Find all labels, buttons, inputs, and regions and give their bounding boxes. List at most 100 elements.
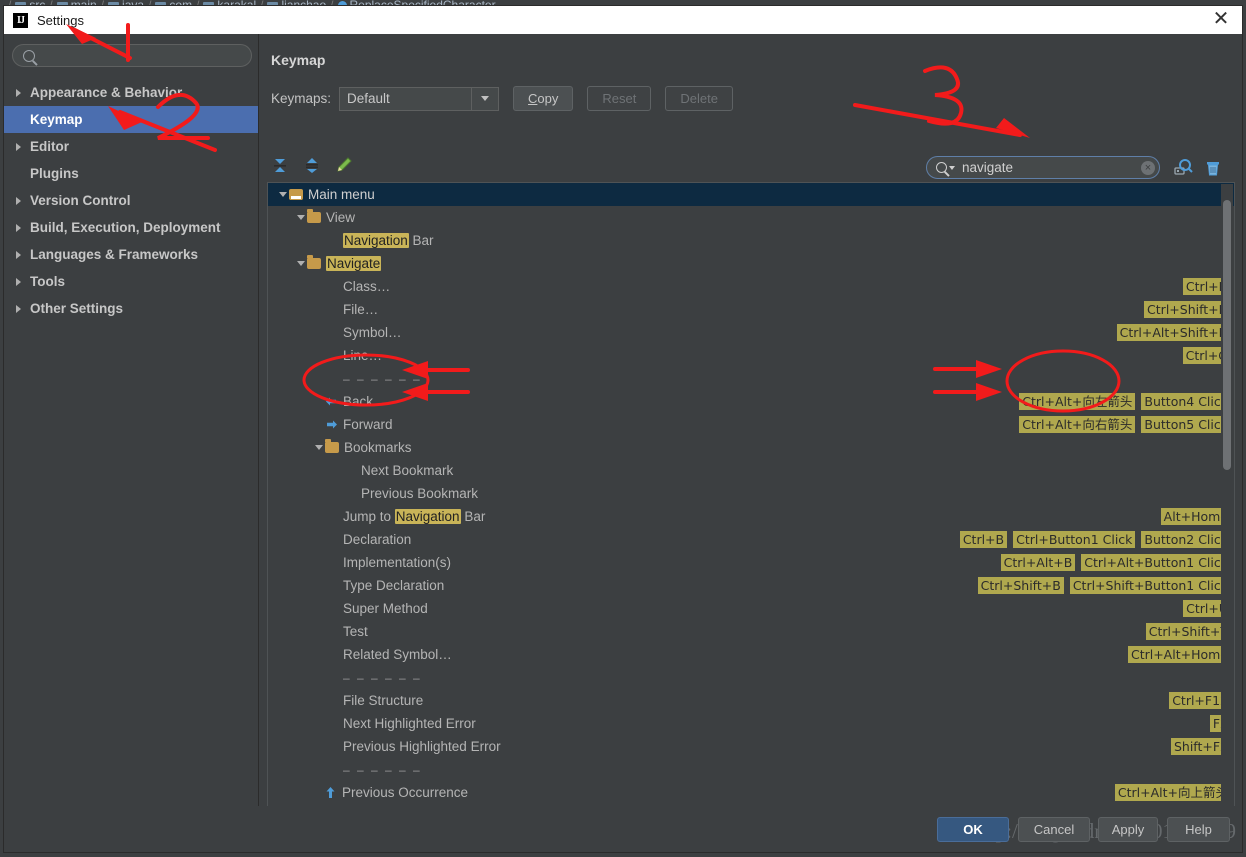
- help-button[interactable]: Help: [1167, 817, 1230, 842]
- sidebar-item-languages-frameworks[interactable]: Languages & Frameworks: [4, 241, 258, 268]
- tree-row[interactable]: Navigate: [268, 252, 1234, 275]
- shortcut-list: Ctrl+Shift+B Ctrl+Shift+Button1 Click: [977, 574, 1231, 597]
- chevron-right-icon[interactable]: [12, 277, 24, 286]
- keymap-select[interactable]: Default: [339, 86, 500, 111]
- shortcut-badge[interactable]: Ctrl+Alt+Button1 Click: [1081, 554, 1231, 571]
- shortcut-badge[interactable]: Ctrl+Alt+向上箭头: [1114, 784, 1231, 801]
- shortcut-badge[interactable]: Ctrl+Shift+Button1 Click: [1069, 577, 1231, 594]
- tree-row[interactable]: Next Bookmark: [268, 459, 1234, 482]
- tree-row[interactable]: File Structure Ctrl+F12: [268, 689, 1234, 712]
- chevron-right-icon[interactable]: [12, 196, 24, 205]
- sidebar-item-tools[interactable]: Tools: [4, 268, 258, 295]
- keymap-tree[interactable]: Main menu View Navigation Bar Navigate Class…: [267, 182, 1235, 836]
- tree-row[interactable]: Declaration Ctrl+B Ctrl+Button1 Click Butto…: [268, 528, 1234, 551]
- chevron-down-icon[interactable]: [949, 165, 955, 170]
- shortcut-badge[interactable]: Ctrl+Alt+B: [1000, 554, 1076, 571]
- shortcut-list: Ctrl+Alt+Shift+N: [1116, 321, 1231, 344]
- tree-scrollbar[interactable]: [1221, 184, 1233, 835]
- delete-button[interactable]: Delete: [665, 86, 733, 111]
- tree-row[interactable]: Back Ctrl+Alt+向左箭头 Button4 Click: [268, 390, 1234, 413]
- shortcut-badge[interactable]: Ctrl+Shift+T: [1145, 623, 1231, 640]
- chevron-right-icon[interactable]: [12, 250, 24, 259]
- sidebar-item-editor[interactable]: Editor: [4, 133, 258, 160]
- chevron-right-icon[interactable]: [12, 304, 24, 313]
- tree-row[interactable]: Previous Highlighted Error Shift+F2: [268, 735, 1234, 758]
- sidebar-item-version-control[interactable]: Version Control: [4, 187, 258, 214]
- sidebar-search[interactable]: [12, 44, 252, 67]
- tree-scrollbar-thumb[interactable]: [1223, 200, 1231, 470]
- tree-row[interactable]: – – – – – –: [268, 367, 1234, 390]
- chevron-down-icon[interactable]: [471, 87, 498, 110]
- chevron-down-icon[interactable]: [294, 211, 307, 224]
- tree-row-label: Bookmarks: [344, 440, 412, 455]
- shortcut-badge[interactable]: Ctrl+Button1 Click: [1013, 531, 1136, 548]
- search-input[interactable]: [41, 47, 251, 64]
- ok-button[interactable]: OK: [937, 817, 1009, 842]
- tree-row[interactable]: Previous Bookmark: [268, 482, 1234, 505]
- tree-row[interactable]: Type Declaration Ctrl+Shift+B Ctrl+Shift+B…: [268, 574, 1234, 597]
- chevron-right-icon[interactable]: [12, 223, 24, 232]
- shortcut-badge[interactable]: Ctrl+Alt+向左箭头: [1019, 393, 1136, 410]
- tree-row[interactable]: Symbol… Ctrl+Alt+Shift+N: [268, 321, 1234, 344]
- tree-row[interactable]: Class… Ctrl+N: [268, 275, 1234, 298]
- keymap-search-input[interactable]: [960, 159, 1141, 176]
- shortcut-badge[interactable]: Button2 Click: [1141, 531, 1231, 548]
- delete-icon[interactable]: [1202, 157, 1224, 179]
- apply-button[interactable]: Apply: [1098, 817, 1158, 842]
- shortcut-badge[interactable]: Ctrl+Alt+Home: [1127, 646, 1231, 663]
- cancel-button[interactable]: Cancel: [1018, 817, 1090, 842]
- tree-row[interactable]: Main menu: [268, 183, 1234, 206]
- intellij-logo-icon: IJ: [13, 12, 28, 28]
- chevron-down-icon[interactable]: [294, 257, 307, 270]
- sidebar-item-plugins[interactable]: Plugins: [4, 160, 258, 187]
- collapse-all-icon[interactable]: [303, 156, 321, 174]
- tree-row[interactable]: Bookmarks: [268, 436, 1234, 459]
- keymap-panel: Keymap Keymaps: Default Copy Reset Delet…: [259, 34, 1242, 852]
- chevron-down-icon[interactable]: [312, 441, 325, 454]
- shortcut-badge[interactable]: Ctrl+Alt+Shift+N: [1116, 324, 1231, 341]
- search-match-highlight: Navigation: [394, 509, 461, 524]
- chevron-right-icon[interactable]: [12, 88, 24, 97]
- tree-row[interactable]: Test Ctrl+Shift+T: [268, 620, 1234, 643]
- close-icon[interactable]: ✕: [1210, 9, 1232, 31]
- tree-row[interactable]: Related Symbol… Ctrl+Alt+Home: [268, 643, 1234, 666]
- chevron-down-icon[interactable]: [276, 188, 289, 201]
- shortcut-badge[interactable]: Button4 Click: [1141, 393, 1231, 410]
- sidebar-item-label: Editor: [30, 139, 69, 154]
- copy-button[interactable]: Copy: [513, 86, 574, 111]
- expand-all-icon[interactable]: [271, 156, 289, 174]
- dialog-title: Settings: [37, 12, 84, 28]
- tree-row[interactable]: Jump to Navigation Bar Alt+Home: [268, 505, 1234, 528]
- shortcut-badge[interactable]: Ctrl+B: [959, 531, 1008, 548]
- tree-row[interactable]: Super Method Ctrl+U: [268, 597, 1234, 620]
- clear-search-icon[interactable]: ×: [1141, 160, 1155, 175]
- shortcut-badge[interactable]: Button5 Click: [1141, 416, 1231, 433]
- tree-row[interactable]: File… Ctrl+Shift+N: [268, 298, 1234, 321]
- tree-row[interactable]: – – – – – –: [268, 758, 1234, 781]
- tree-row[interactable]: Implementation(s) Ctrl+Alt+B Ctrl+Alt+Butt…: [268, 551, 1234, 574]
- tree-row[interactable]: – – – – – –: [268, 666, 1234, 689]
- shortcut-badge[interactable]: Ctrl+Shift+B: [977, 577, 1064, 594]
- shortcut-badge[interactable]: Ctrl+Shift+N: [1144, 301, 1231, 318]
- sidebar-item-keymap[interactable]: Keymap: [4, 106, 258, 133]
- tree-row[interactable]: View: [268, 206, 1234, 229]
- chevron-right-icon[interactable]: [12, 142, 24, 151]
- keymap-search-field[interactable]: ×: [926, 156, 1160, 179]
- tree-row[interactable]: Next Highlighted ErrorF2: [268, 712, 1234, 735]
- find-shortcut-icon[interactable]: [1172, 157, 1194, 179]
- tree-row[interactable]: Navigation Bar: [268, 229, 1234, 252]
- edit-shortcut-icon[interactable]: [335, 156, 353, 174]
- reset-button[interactable]: Reset: [587, 86, 652, 111]
- tree-row-label: Related Symbol…: [343, 647, 452, 662]
- settings-dialog: IJ Settings ✕ Appearance & Behavior Keyma…: [3, 5, 1243, 853]
- tree-row[interactable]: Forward Ctrl+Alt+向右箭头 Button5 Click: [268, 413, 1234, 436]
- sidebar-item-other-settings[interactable]: Other Settings: [4, 295, 258, 322]
- sidebar-item-appearance-behavior[interactable]: Appearance & Behavior: [4, 79, 258, 106]
- tree-row[interactable]: Previous Occurrence Ctrl+Alt+向上箭头: [268, 781, 1234, 804]
- shortcut-badge[interactable]: Ctrl+Alt+向右箭头: [1019, 416, 1136, 433]
- tree-row[interactable]: Line… Ctrl+G: [268, 344, 1234, 367]
- sidebar-item-build-execution-deployment[interactable]: Build, Execution, Deployment: [4, 214, 258, 241]
